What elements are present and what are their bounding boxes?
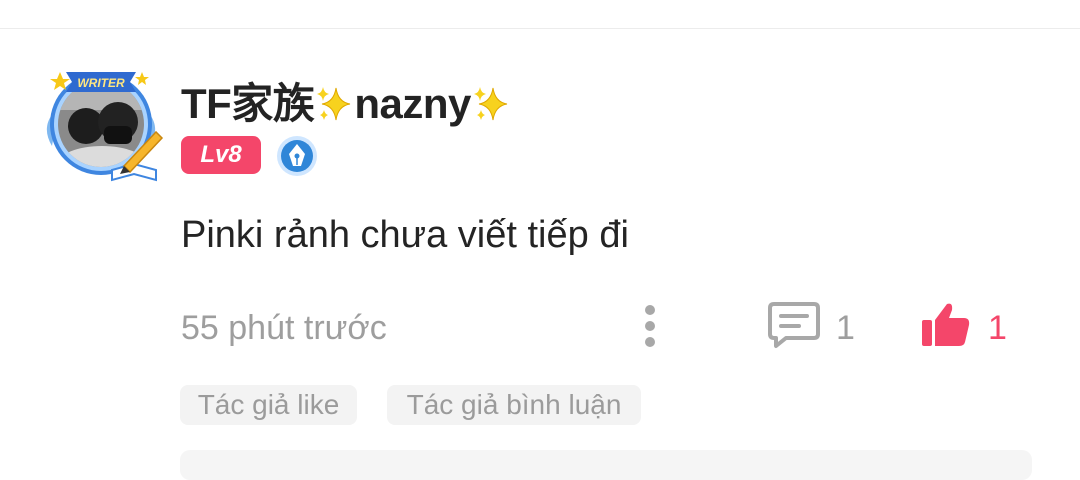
- comment-text: Pinki rảnh chưa viết tiếp đi: [181, 214, 629, 256]
- more-options-icon[interactable]: [638, 302, 662, 350]
- avatar[interactable]: WRITER: [38, 66, 168, 184]
- sparkles-icon: [473, 87, 507, 121]
- author-commented-tag: Tác giả bình luận: [387, 385, 641, 425]
- username-main: nazny: [354, 80, 471, 127]
- thumbs-up-icon[interactable]: [920, 300, 972, 350]
- avatar-writer-frame: WRITER: [46, 72, 164, 182]
- username[interactable]: TF家族 nazny: [181, 70, 511, 131]
- fountain-pen-badge-icon[interactable]: [276, 135, 318, 177]
- top-divider: [0, 28, 1080, 29]
- reply-count: 1: [836, 309, 855, 347]
- username-prefix: TF家族: [181, 80, 315, 127]
- like-count: 1: [988, 309, 1007, 347]
- avatar-writer-label: WRITER: [77, 76, 125, 90]
- level-badge: Lv8: [181, 136, 261, 174]
- reply-icon[interactable]: [766, 300, 822, 350]
- reply-preview-box[interactable]: [180, 450, 1032, 480]
- sparkles-icon: [317, 87, 351, 121]
- comment-timestamp: 55 phút trước: [181, 309, 387, 347]
- author-liked-tag: Tác giả like: [180, 385, 357, 425]
